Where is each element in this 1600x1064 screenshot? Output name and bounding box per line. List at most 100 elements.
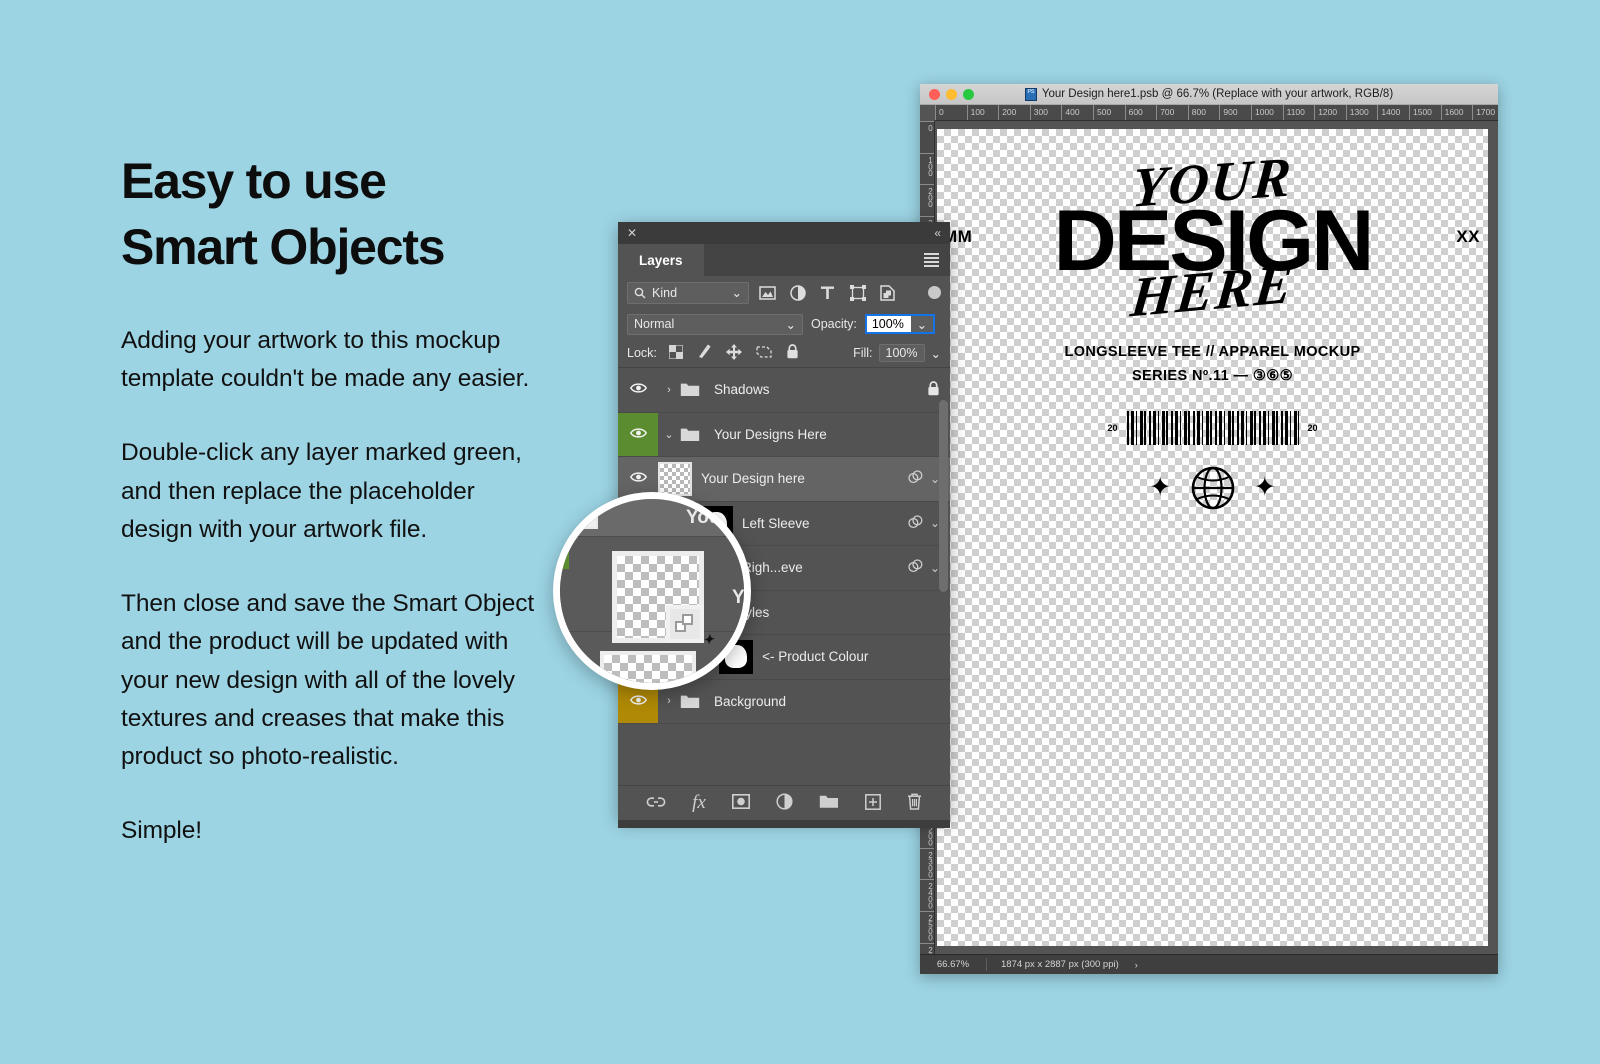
ruler-tick: 0 xyxy=(920,121,935,131)
lock-buttons[interactable] xyxy=(669,344,799,363)
layers-scrollbar[interactable] xyxy=(939,400,948,592)
layer-thumbnails[interactable] xyxy=(658,462,701,496)
blend-mode-select[interactable]: Normal ⌄ xyxy=(627,314,803,335)
ruler-tick: 200 xyxy=(920,184,935,207)
layer-name[interactable]: Righ...eve xyxy=(742,560,908,575)
panel-resize-grip[interactable] xyxy=(618,820,950,828)
ruler-tick: 2500 xyxy=(920,911,935,940)
collapse-panel-icon[interactable]: « xyxy=(934,227,941,239)
fill-field-group[interactable]: Fill: 100% ⌄ xyxy=(853,344,941,362)
photoshop-document-window[interactable]: PS Your Design here1.psb @ 66.7% (Replac… xyxy=(920,84,1498,974)
status-expander-icon[interactable]: › xyxy=(1119,960,1138,970)
opacity-input[interactable]: 100% xyxy=(867,316,911,332)
lock-transparent-pixels-icon[interactable] xyxy=(669,345,683,362)
chevron-down-icon[interactable]: ⌄ xyxy=(786,317,796,332)
status-zoom-level[interactable]: 66.67% xyxy=(920,959,986,970)
canvas-area[interactable]: MM XX YOUR DESIGN HERE LONGSLEEVE TEE //… xyxy=(935,121,1498,954)
layer-thumbnail[interactable] xyxy=(658,462,692,496)
smart-object-icon[interactable] xyxy=(879,284,896,301)
smart-object-badge-icon xyxy=(908,515,923,529)
status-dimensions: 1874 px x 2887 px (300 ppi) xyxy=(987,959,1119,970)
layer-name[interactable]: Background xyxy=(714,694,940,709)
filter-kind-select[interactable]: Kind ⌄ xyxy=(627,282,749,304)
artwork-main-lockup: MM XX YOUR DESIGN HERE xyxy=(937,181,1488,301)
document-status-bar: 66.67% 1874 px x 2887 px (300 ppi) › xyxy=(920,954,1498,974)
layer-name[interactable]: Left Sleeve xyxy=(742,516,908,531)
eye-icon[interactable] xyxy=(630,427,647,442)
copy-paragraph-4: Simple! xyxy=(121,812,541,850)
smart-object-badge-icon[interactable] xyxy=(908,559,923,576)
layers-bottom-toolbar[interactable]: fx xyxy=(618,785,950,820)
fill-label: Fill: xyxy=(853,346,872,360)
filter-type-buttons[interactable] xyxy=(759,284,941,301)
new-group-icon[interactable] xyxy=(819,794,839,812)
adjustment-layer-icon[interactable] xyxy=(789,284,806,301)
lock-image-pixels-icon[interactable] xyxy=(697,344,712,362)
lock-artboard-icon[interactable] xyxy=(756,345,772,362)
layer-row[interactable]: › Shadows xyxy=(618,368,950,413)
search-icon xyxy=(634,287,646,299)
ruler-tick: 2300 xyxy=(920,848,935,877)
folder-icon xyxy=(680,694,706,709)
link-layers-icon[interactable] xyxy=(646,796,666,811)
hamburger-menu-icon[interactable] xyxy=(924,250,939,269)
add-layer-mask-icon[interactable] xyxy=(732,794,750,812)
ruler-tick: 2400 xyxy=(920,879,935,908)
layer-row-right-icons[interactable] xyxy=(927,381,950,399)
pixel-layer-icon[interactable] xyxy=(759,284,776,301)
horizontal-ruler[interactable]: 0100200300400500600700800900100011001200… xyxy=(935,105,1498,121)
smart-object-badge-icon[interactable] xyxy=(908,515,923,532)
layers-panel-topbar[interactable]: ✕ « xyxy=(618,222,950,244)
chevron-down-icon[interactable]: ⌄ xyxy=(732,285,742,300)
chevron-right-icon[interactable]: › xyxy=(658,384,680,396)
ruler-tick: 400 xyxy=(1061,105,1079,121)
chevron-right-icon[interactable]: › xyxy=(658,695,680,707)
page-title: Easy to use Smart Objects xyxy=(121,148,541,280)
layer-filter-row[interactable]: Kind ⌄ xyxy=(618,276,950,309)
layer-name[interactable]: Your Design here xyxy=(701,471,908,486)
layer-visibility-toggle[interactable] xyxy=(618,368,658,412)
new-layer-icon[interactable] xyxy=(865,794,881,813)
layer-visibility-toggle[interactable] xyxy=(618,413,658,457)
document-canvas[interactable]: MM XX YOUR DESIGN HERE LONGSLEEVE TEE //… xyxy=(937,129,1488,946)
lock-label: Lock: xyxy=(627,346,657,360)
lock-all-icon[interactable] xyxy=(786,344,799,362)
lock-row[interactable]: Lock: xyxy=(618,339,950,368)
lock-icon[interactable] xyxy=(927,381,940,399)
window-titlebar[interactable]: PS Your Design here1.psb @ 66.7% (Replac… xyxy=(920,84,1498,105)
eye-icon[interactable] xyxy=(630,694,647,709)
layer-name[interactable]: Your Designs Here xyxy=(714,427,940,442)
tab-layers[interactable]: Layers xyxy=(618,244,704,276)
barcode-bars-icon xyxy=(1127,411,1299,445)
chevron-down-icon[interactable]: ⌄ xyxy=(931,346,941,361)
panel-menu-button[interactable] xyxy=(924,244,950,276)
layers-panel-tabrow[interactable]: Layers xyxy=(618,244,950,276)
eye-icon[interactable] xyxy=(630,382,647,397)
ruler-tick: 800 xyxy=(1188,105,1206,121)
smart-object-badge-icon[interactable] xyxy=(908,470,923,487)
ruler-tick: 1200 xyxy=(1314,105,1337,121)
layer-style-fx-icon[interactable]: fx xyxy=(692,792,706,814)
psb-file-icon: PS xyxy=(1025,88,1037,101)
layer-row[interactable]: ⌄ Your Designs Here xyxy=(618,413,950,458)
blend-mode-row[interactable]: Normal ⌄ Opacity: 100% ⌄ xyxy=(618,309,950,339)
shape-layer-icon[interactable] xyxy=(849,284,866,301)
type-layer-icon[interactable] xyxy=(819,284,836,301)
opacity-field-group[interactable]: 100% ⌄ xyxy=(865,314,935,334)
close-icon[interactable]: ✕ xyxy=(627,227,637,239)
layer-name[interactable]: <- Product Colour xyxy=(762,649,940,664)
ruler-tick: 1600 xyxy=(1441,105,1464,121)
layer-name[interactable]: Shadows xyxy=(714,382,927,397)
window-title: PS Your Design here1.psb @ 66.7% (Replac… xyxy=(920,88,1498,101)
ruler-tick: 1000 xyxy=(1251,105,1274,121)
eye-icon[interactable] xyxy=(630,471,647,486)
lock-position-icon[interactable] xyxy=(726,344,742,363)
filter-toggle[interactable] xyxy=(928,286,941,299)
chevron-down-icon[interactable]: ⌄ xyxy=(911,316,933,332)
fill-input[interactable]: 100% xyxy=(879,344,925,362)
opacity-label: Opacity: xyxy=(811,317,857,331)
delete-layer-icon[interactable] xyxy=(907,793,922,813)
chevron-down-icon[interactable]: ⌄ xyxy=(658,428,680,441)
new-adjustment-layer-icon[interactable] xyxy=(776,793,793,813)
ruler-tick: 500 xyxy=(1093,105,1111,121)
